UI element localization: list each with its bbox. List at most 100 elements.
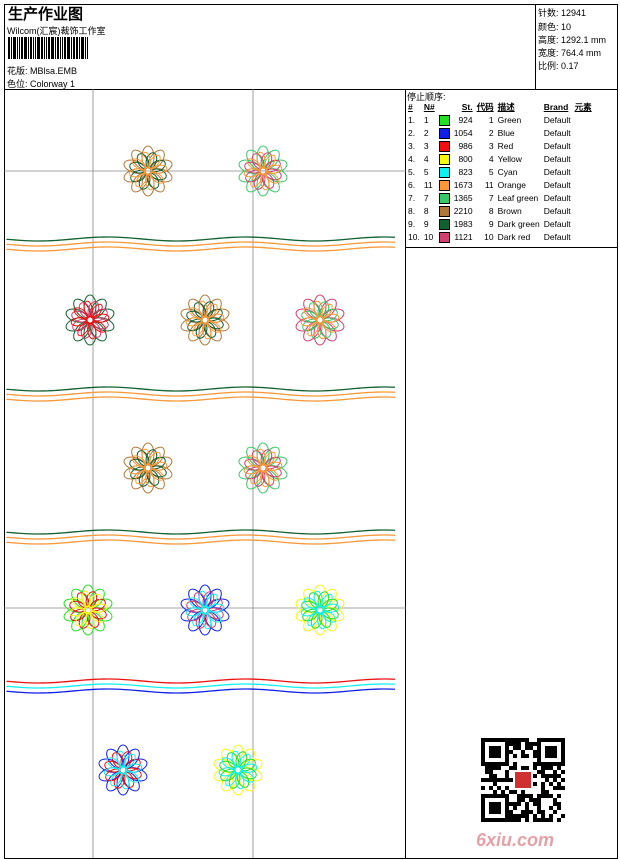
- color-swatch: [437, 192, 452, 205]
- qr-module: [521, 766, 525, 770]
- qr-module: [553, 778, 557, 782]
- qr-module: [549, 806, 553, 810]
- column-header: N#: [423, 102, 435, 112]
- qr-module: [517, 742, 521, 746]
- qr-module: [489, 778, 493, 782]
- color-code: 9: [488, 219, 494, 229]
- color-swatch: [437, 218, 452, 231]
- qr-module: [549, 794, 553, 798]
- wave-border: [6, 688, 396, 694]
- qr-module: [525, 794, 529, 798]
- qr-module: [529, 742, 533, 746]
- qr-module: [529, 746, 533, 750]
- qr-module: [493, 766, 497, 770]
- table-row: 3. 3 986 3 Red Default: [406, 140, 594, 153]
- wave-border: [6, 678, 396, 684]
- qr-module: [529, 798, 533, 802]
- color-code: 5: [488, 167, 494, 177]
- qr-module: [545, 766, 549, 770]
- qr-module: [557, 786, 561, 790]
- qr-module: [549, 782, 553, 786]
- qr-module: [529, 810, 533, 814]
- qr-module: [489, 774, 493, 778]
- brand: Default: [543, 115, 571, 125]
- row-index: 3.: [408, 141, 416, 151]
- color-code: 3: [488, 141, 494, 151]
- row-index: 10.: [408, 232, 420, 242]
- qr-module: [513, 814, 517, 818]
- qr-module: [557, 818, 561, 822]
- wave-border: [6, 396, 396, 402]
- brand: Default: [543, 154, 571, 164]
- stitch-count: 986: [458, 141, 473, 151]
- qr-module: [481, 778, 485, 782]
- qr-module: [525, 738, 529, 742]
- qr-module: [549, 814, 553, 818]
- row-index: 8.: [408, 206, 416, 216]
- qr-module: [533, 742, 537, 746]
- stitch-count: 1365: [453, 193, 473, 203]
- qr-module: [557, 802, 561, 806]
- width: 宽度: 764.4 mm: [538, 48, 602, 58]
- qr-module: [509, 750, 513, 754]
- color-swatch: [437, 205, 452, 218]
- qr-module: [537, 802, 541, 806]
- table-row: 8. 8 2210 8 Brown Default: [406, 205, 594, 218]
- qr-module: [557, 774, 561, 778]
- qr-module: [533, 818, 537, 822]
- stitch-count: 1121: [454, 232, 473, 242]
- qr-module: [529, 794, 533, 798]
- row-index: 2.: [408, 128, 416, 138]
- color-code: 1: [488, 115, 494, 125]
- column-header: Brand: [543, 102, 569, 112]
- qr-module: [533, 754, 537, 758]
- qr-module: [553, 802, 557, 806]
- wave-border: [6, 386, 396, 392]
- qr-module: [537, 798, 541, 802]
- height: 高度: 1292.1 mm: [538, 35, 607, 45]
- brand: Default: [543, 141, 571, 151]
- qr-module: [513, 742, 517, 746]
- color-code: 11: [484, 180, 494, 190]
- qr-module: [553, 798, 557, 802]
- design-preview: [4, 89, 406, 858]
- studio-name: Wilcom(汇宸)裁饰工作室: [7, 26, 106, 36]
- qr-module: [509, 810, 513, 814]
- qr-module: [533, 762, 537, 766]
- color-code: 4: [488, 154, 494, 164]
- qr-module: [553, 810, 557, 814]
- qr-module: [525, 742, 529, 746]
- stop-sequence-table: # N# St. 代码 描述 Brand 元素 1. 1 924 1 Green Defau…: [406, 101, 594, 244]
- qr-module: [521, 750, 525, 754]
- qr-module: [549, 818, 553, 822]
- qr-module: [489, 770, 493, 774]
- color-description: Blue: [497, 128, 515, 138]
- brand: Default: [543, 193, 571, 203]
- qr-module: [561, 786, 565, 790]
- qr-module: [521, 810, 525, 814]
- qr-module: [537, 818, 541, 822]
- qr-module: [509, 790, 513, 794]
- qr-module: [481, 786, 485, 790]
- design-file: 花版: MBlsa.EMB: [7, 66, 78, 76]
- color-description: Brown: [497, 206, 522, 216]
- wave-border: [6, 539, 396, 545]
- qr-module: [541, 814, 545, 818]
- color-code: 10: [484, 232, 494, 242]
- table-row: 10. 10 1121 10 Dark red Default: [406, 231, 594, 244]
- color-code: 2: [488, 128, 494, 138]
- qr-module: [517, 738, 521, 742]
- qr-module: [525, 802, 529, 806]
- wave-border: [6, 534, 396, 540]
- qr-module: [497, 778, 501, 782]
- brand: Default: [543, 128, 571, 138]
- table-row: 9. 9 1983 9 Dark green Default: [406, 218, 594, 231]
- wave-border: [6, 529, 396, 535]
- qr-module: [553, 770, 557, 774]
- color-description: Green: [497, 115, 522, 125]
- qr-module: [521, 754, 525, 758]
- qr-module: [493, 774, 497, 778]
- qr-module: [557, 766, 561, 770]
- wave-border: [6, 241, 396, 247]
- brand: Default: [543, 206, 571, 216]
